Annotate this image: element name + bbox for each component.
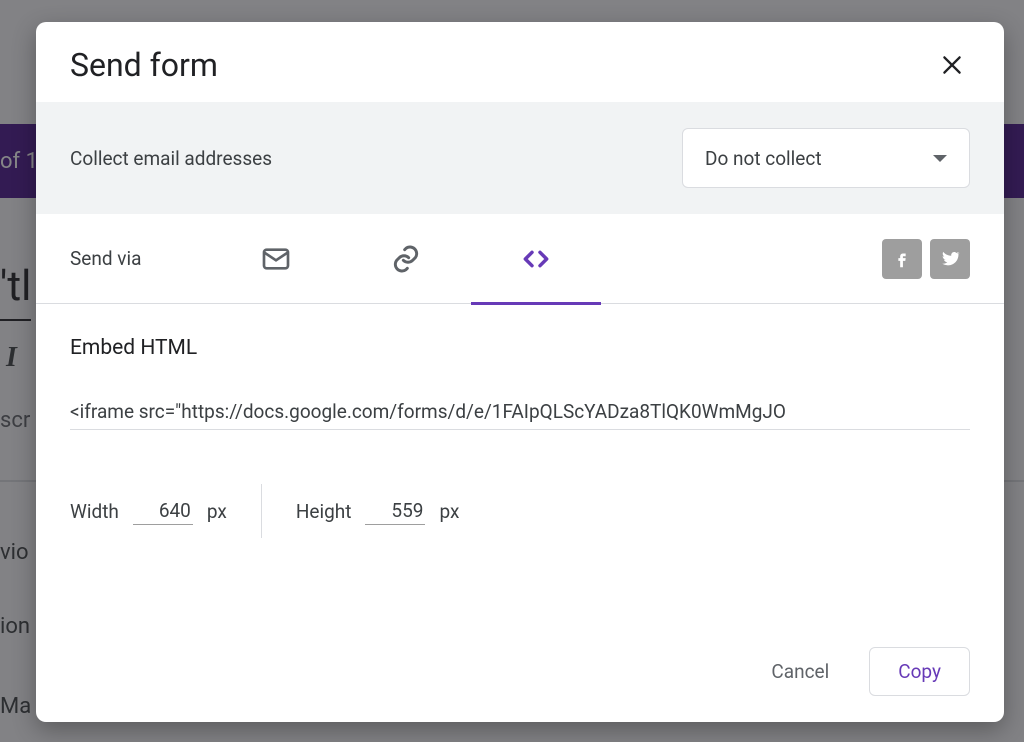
collect-email-dropdown[interactable]: Do not collect	[682, 128, 970, 188]
embed-icon	[520, 243, 552, 275]
dimensions-separator	[261, 484, 262, 538]
embed-html-title: Embed HTML	[70, 336, 970, 360]
height-unit: px	[439, 500, 459, 523]
social-share-group	[882, 239, 970, 279]
share-facebook-button[interactable]	[882, 239, 922, 279]
send-via-label: Send via	[70, 247, 141, 270]
chevron-down-icon	[933, 155, 947, 162]
tab-embed[interactable]	[471, 214, 601, 304]
collect-email-value: Do not collect	[705, 147, 822, 170]
dimensions-row: Width px Height px	[70, 484, 970, 538]
link-icon	[390, 243, 422, 275]
share-twitter-button[interactable]	[930, 239, 970, 279]
copy-button[interactable]: Copy	[869, 647, 970, 696]
embed-section: Embed HTML Width px Height px	[36, 304, 1004, 629]
width-unit: px	[207, 500, 227, 523]
dialog-title: Send form	[70, 46, 218, 84]
twitter-icon	[939, 248, 961, 270]
dialog-header: Send form	[36, 22, 1004, 102]
tab-link[interactable]	[341, 214, 471, 304]
facebook-icon	[891, 248, 913, 270]
cancel-button[interactable]: Cancel	[755, 650, 845, 693]
close-icon	[939, 52, 965, 78]
embed-code-input[interactable]	[70, 394, 970, 430]
close-button[interactable]	[934, 47, 970, 83]
collect-email-row: Collect email addresses Do not collect	[36, 102, 1004, 214]
collect-email-label: Collect email addresses	[70, 147, 272, 170]
tab-email[interactable]	[211, 214, 341, 304]
width-input[interactable]	[133, 497, 193, 525]
send-via-row: Send via	[36, 214, 1004, 304]
height-label: Height	[296, 500, 352, 523]
height-group: Height px	[296, 497, 460, 525]
email-icon	[260, 243, 292, 275]
height-input[interactable]	[365, 497, 425, 525]
width-group: Width px	[70, 497, 227, 525]
dialog-actions: Cancel Copy	[36, 629, 1004, 722]
send-form-dialog: Send form Collect email addresses Do not…	[36, 22, 1004, 722]
width-label: Width	[70, 500, 119, 523]
